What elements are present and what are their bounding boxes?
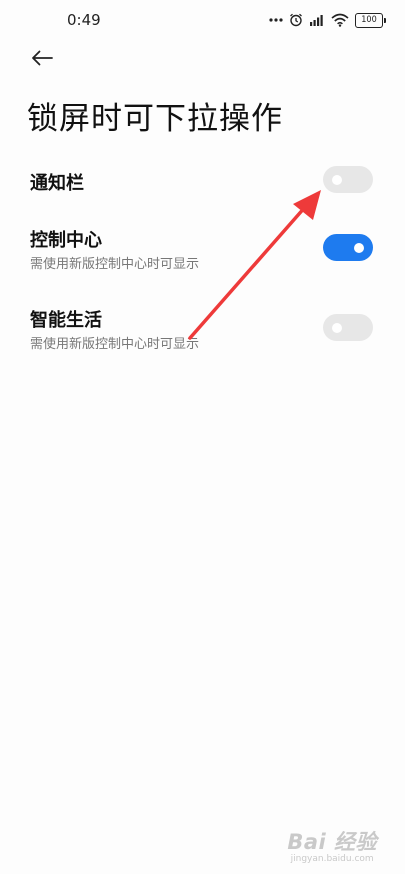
- setting-subtitle: 需使用新版控制中心时可显示: [30, 257, 200, 272]
- setting-row-control-center[interactable]: 控制中心 需使用新版控制中心时可显示: [0, 222, 405, 274]
- watermark: Bai 经验 jingyan.baidu.com: [287, 826, 377, 864]
- watermark-url: jingyan.baidu.com: [290, 854, 374, 864]
- signal-icon: [309, 13, 325, 27]
- page-title: 锁屏时可下拉操作: [27, 101, 283, 137]
- screen: 0:49 100 锁屏时可下拉操作 通知栏 控制中心 需使用新版控制中心时可显示…: [0, 0, 405, 874]
- toggle-knob: [332, 323, 342, 333]
- back-arrow-icon: [31, 50, 53, 70]
- setting-subtitle: 需使用新版控制中心时可显示: [30, 337, 200, 352]
- setting-title: 智能生活: [30, 310, 102, 331]
- toggle-knob: [332, 175, 342, 185]
- control-center-toggle[interactable]: [323, 234, 373, 261]
- watermark-brand: Bai 经验: [287, 830, 377, 854]
- back-button[interactable]: [24, 44, 60, 76]
- alarm-icon: [289, 13, 303, 27]
- wifi-icon: [331, 13, 349, 27]
- setting-row-smart-life[interactable]: 智能生活 需使用新版控制中心时可显示: [0, 302, 405, 354]
- status-icons: 100: [269, 10, 386, 30]
- dots-icon: [269, 17, 283, 23]
- notification-bar-toggle[interactable]: [323, 166, 373, 193]
- smart-life-toggle[interactable]: [323, 314, 373, 341]
- setting-title: 控制中心: [30, 230, 102, 251]
- status-time: 0:49: [67, 11, 101, 29]
- battery-icon: 100: [355, 12, 386, 28]
- toggle-knob: [354, 243, 364, 253]
- setting-row-notification-bar[interactable]: 通知栏: [0, 160, 405, 200]
- status-bar: 0:49 100: [0, 0, 405, 40]
- setting-title: 通知栏: [30, 173, 84, 194]
